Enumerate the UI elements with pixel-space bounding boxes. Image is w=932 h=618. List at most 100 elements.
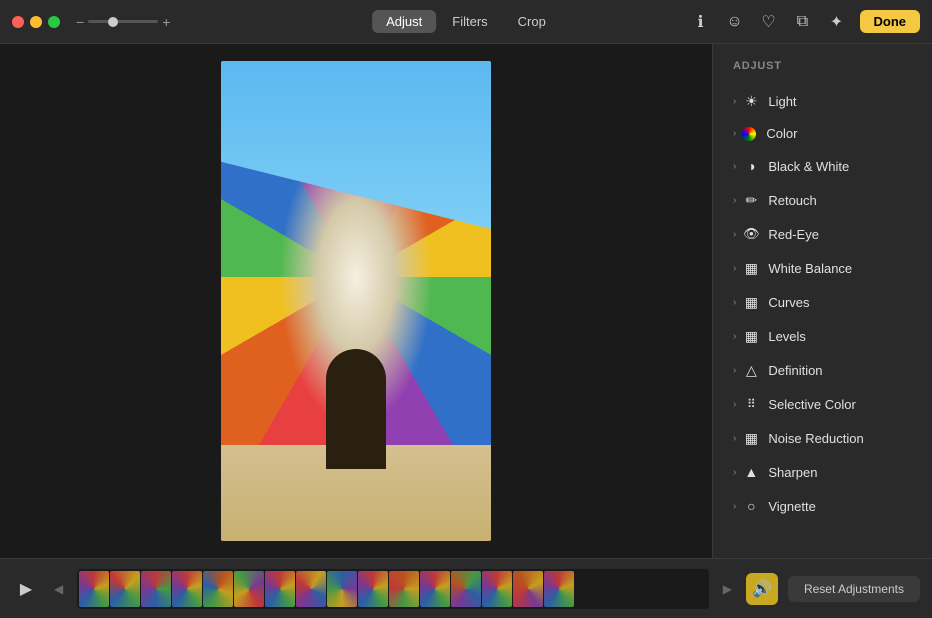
play-button[interactable]: ▶ xyxy=(12,575,40,603)
adjust-item-color[interactable]: › Color xyxy=(717,118,928,149)
selectivecolor-label: Selective Color xyxy=(768,397,855,412)
levels-label: Levels xyxy=(768,329,806,344)
adjust-item-redeye[interactable]: › 👁 Red-Eye xyxy=(717,217,928,251)
noisereduction-icon: ▦ xyxy=(742,429,760,447)
info-icon[interactable]: ℹ xyxy=(690,11,712,33)
adjust-item-sharpen[interactable]: › ▲ Sharpen xyxy=(717,455,928,489)
photo-area xyxy=(0,44,712,558)
film-frame xyxy=(203,571,233,607)
toolbar-right: ℹ ☺ ♡ ⧉ ✦ Done xyxy=(690,10,921,33)
film-frame xyxy=(358,571,388,607)
film-frame xyxy=(544,571,574,607)
film-frame xyxy=(79,571,109,607)
adjust-item-selectivecolor[interactable]: › ⠿ Selective Color xyxy=(717,387,928,421)
film-frame xyxy=(234,571,264,607)
heart-icon[interactable]: ♡ xyxy=(758,11,780,33)
film-frame xyxy=(141,571,171,607)
adjust-item-levels[interactable]: › ▦ Levels xyxy=(717,319,928,353)
adjust-header: ADJUST xyxy=(713,52,932,84)
definition-icon: △ xyxy=(742,361,760,379)
adjust-item-retouch[interactable]: › ✏ Retouch xyxy=(717,183,928,217)
film-frame xyxy=(482,571,512,607)
emoji-icon[interactable]: ☺ xyxy=(724,11,746,33)
chevron-icon: › xyxy=(733,399,736,410)
adjust-item-whitebalance[interactable]: › ▦ White Balance xyxy=(717,251,928,285)
light-label: Light xyxy=(768,94,796,109)
chevron-icon: › xyxy=(733,467,736,478)
redeye-icon: 👁 xyxy=(742,225,760,243)
zoom-in-icon[interactable]: + xyxy=(162,14,170,30)
noisereduction-label: Noise Reduction xyxy=(768,431,863,446)
whitebalance-icon: ▦ xyxy=(742,259,760,277)
retouch-label: Retouch xyxy=(768,193,816,208)
film-frame xyxy=(172,571,202,607)
toolbar-center: Adjust Filters Crop xyxy=(372,10,560,33)
film-frame xyxy=(389,571,419,607)
photo-container xyxy=(221,61,491,541)
adjust-item-light[interactable]: › ☀ Light xyxy=(717,84,928,118)
film-frame xyxy=(327,571,357,607)
film-frame xyxy=(265,571,295,607)
adjust-item-curves[interactable]: › ▦ Curves xyxy=(717,285,928,319)
photo-image xyxy=(221,61,491,541)
chevron-icon: › xyxy=(733,297,736,308)
filmstrip[interactable] xyxy=(77,569,708,609)
bw-label: Black & White xyxy=(768,159,849,174)
redeye-label: Red-Eye xyxy=(768,227,819,242)
bw-icon: ◑ xyxy=(742,157,760,175)
reset-adjustments-button[interactable]: Reset Adjustments xyxy=(788,576,920,602)
slider-thumb[interactable] xyxy=(108,17,118,27)
sharpen-icon: ▲ xyxy=(742,463,760,481)
vignette-label: Vignette xyxy=(768,499,815,514)
traffic-lights xyxy=(12,16,60,28)
adjust-item-definition[interactable]: › △ Definition xyxy=(717,353,928,387)
titlebar: − + Adjust Filters Crop ℹ ☺ ♡ ⧉ ✦ Done xyxy=(0,0,932,44)
bottom-bar: ▶ ◀ ▶ 🔊 Reset Adjustments xyxy=(0,558,932,618)
adjust-tab[interactable]: Adjust xyxy=(372,10,436,33)
chevron-icon: › xyxy=(733,195,736,206)
fullscreen-button[interactable] xyxy=(48,16,60,28)
film-frame xyxy=(296,571,326,607)
color-icon xyxy=(742,127,756,141)
filmstrip-right-arrow[interactable]: ▶ xyxy=(719,582,736,596)
chevron-icon: › xyxy=(733,501,736,512)
color-label: Color xyxy=(766,126,797,141)
filmstrip-frames xyxy=(77,569,576,609)
film-frame xyxy=(420,571,450,607)
duplicate-icon[interactable]: ⧉ xyxy=(792,11,814,33)
retouch-icon: ✏ xyxy=(742,191,760,209)
levels-icon: ▦ xyxy=(742,327,760,345)
film-frame xyxy=(110,571,140,607)
film-frame xyxy=(513,571,543,607)
chevron-icon: › xyxy=(733,433,736,444)
filmstrip-left-arrow[interactable]: ◀ xyxy=(50,582,67,596)
curves-icon: ▦ xyxy=(742,293,760,311)
zoom-slider[interactable]: − + xyxy=(76,14,170,30)
zoom-out-icon[interactable]: − xyxy=(76,14,84,30)
adjust-item-vignette[interactable]: › ○ Vignette xyxy=(717,489,928,523)
chevron-icon: › xyxy=(733,128,736,139)
person-layer xyxy=(326,349,386,469)
chevron-icon: › xyxy=(733,96,736,107)
film-frame xyxy=(451,571,481,607)
minimize-button[interactable] xyxy=(30,16,42,28)
main-content: ADJUST › ☀ Light › Color › ◑ Black & Whi… xyxy=(0,44,932,558)
chevron-icon: › xyxy=(733,161,736,172)
right-panel: ADJUST › ☀ Light › Color › ◑ Black & Whi… xyxy=(712,44,932,558)
filters-tab[interactable]: Filters xyxy=(438,10,501,33)
definition-label: Definition xyxy=(768,363,822,378)
magic-icon[interactable]: ✦ xyxy=(826,11,848,33)
adjust-item-noisereduction[interactable]: › ▦ Noise Reduction xyxy=(717,421,928,455)
whitebalance-label: White Balance xyxy=(768,261,852,276)
volume-button[interactable]: 🔊 xyxy=(746,573,778,605)
slider-track[interactable] xyxy=(88,20,158,23)
chevron-icon: › xyxy=(733,331,736,342)
adjust-item-bw[interactable]: › ◑ Black & White xyxy=(717,149,928,183)
chevron-icon: › xyxy=(733,229,736,240)
light-icon: ☀ xyxy=(742,92,760,110)
close-button[interactable] xyxy=(12,16,24,28)
crop-tab[interactable]: Crop xyxy=(504,10,560,33)
chevron-icon: › xyxy=(733,365,736,376)
vignette-icon: ○ xyxy=(742,497,760,515)
done-button[interactable]: Done xyxy=(860,10,921,33)
